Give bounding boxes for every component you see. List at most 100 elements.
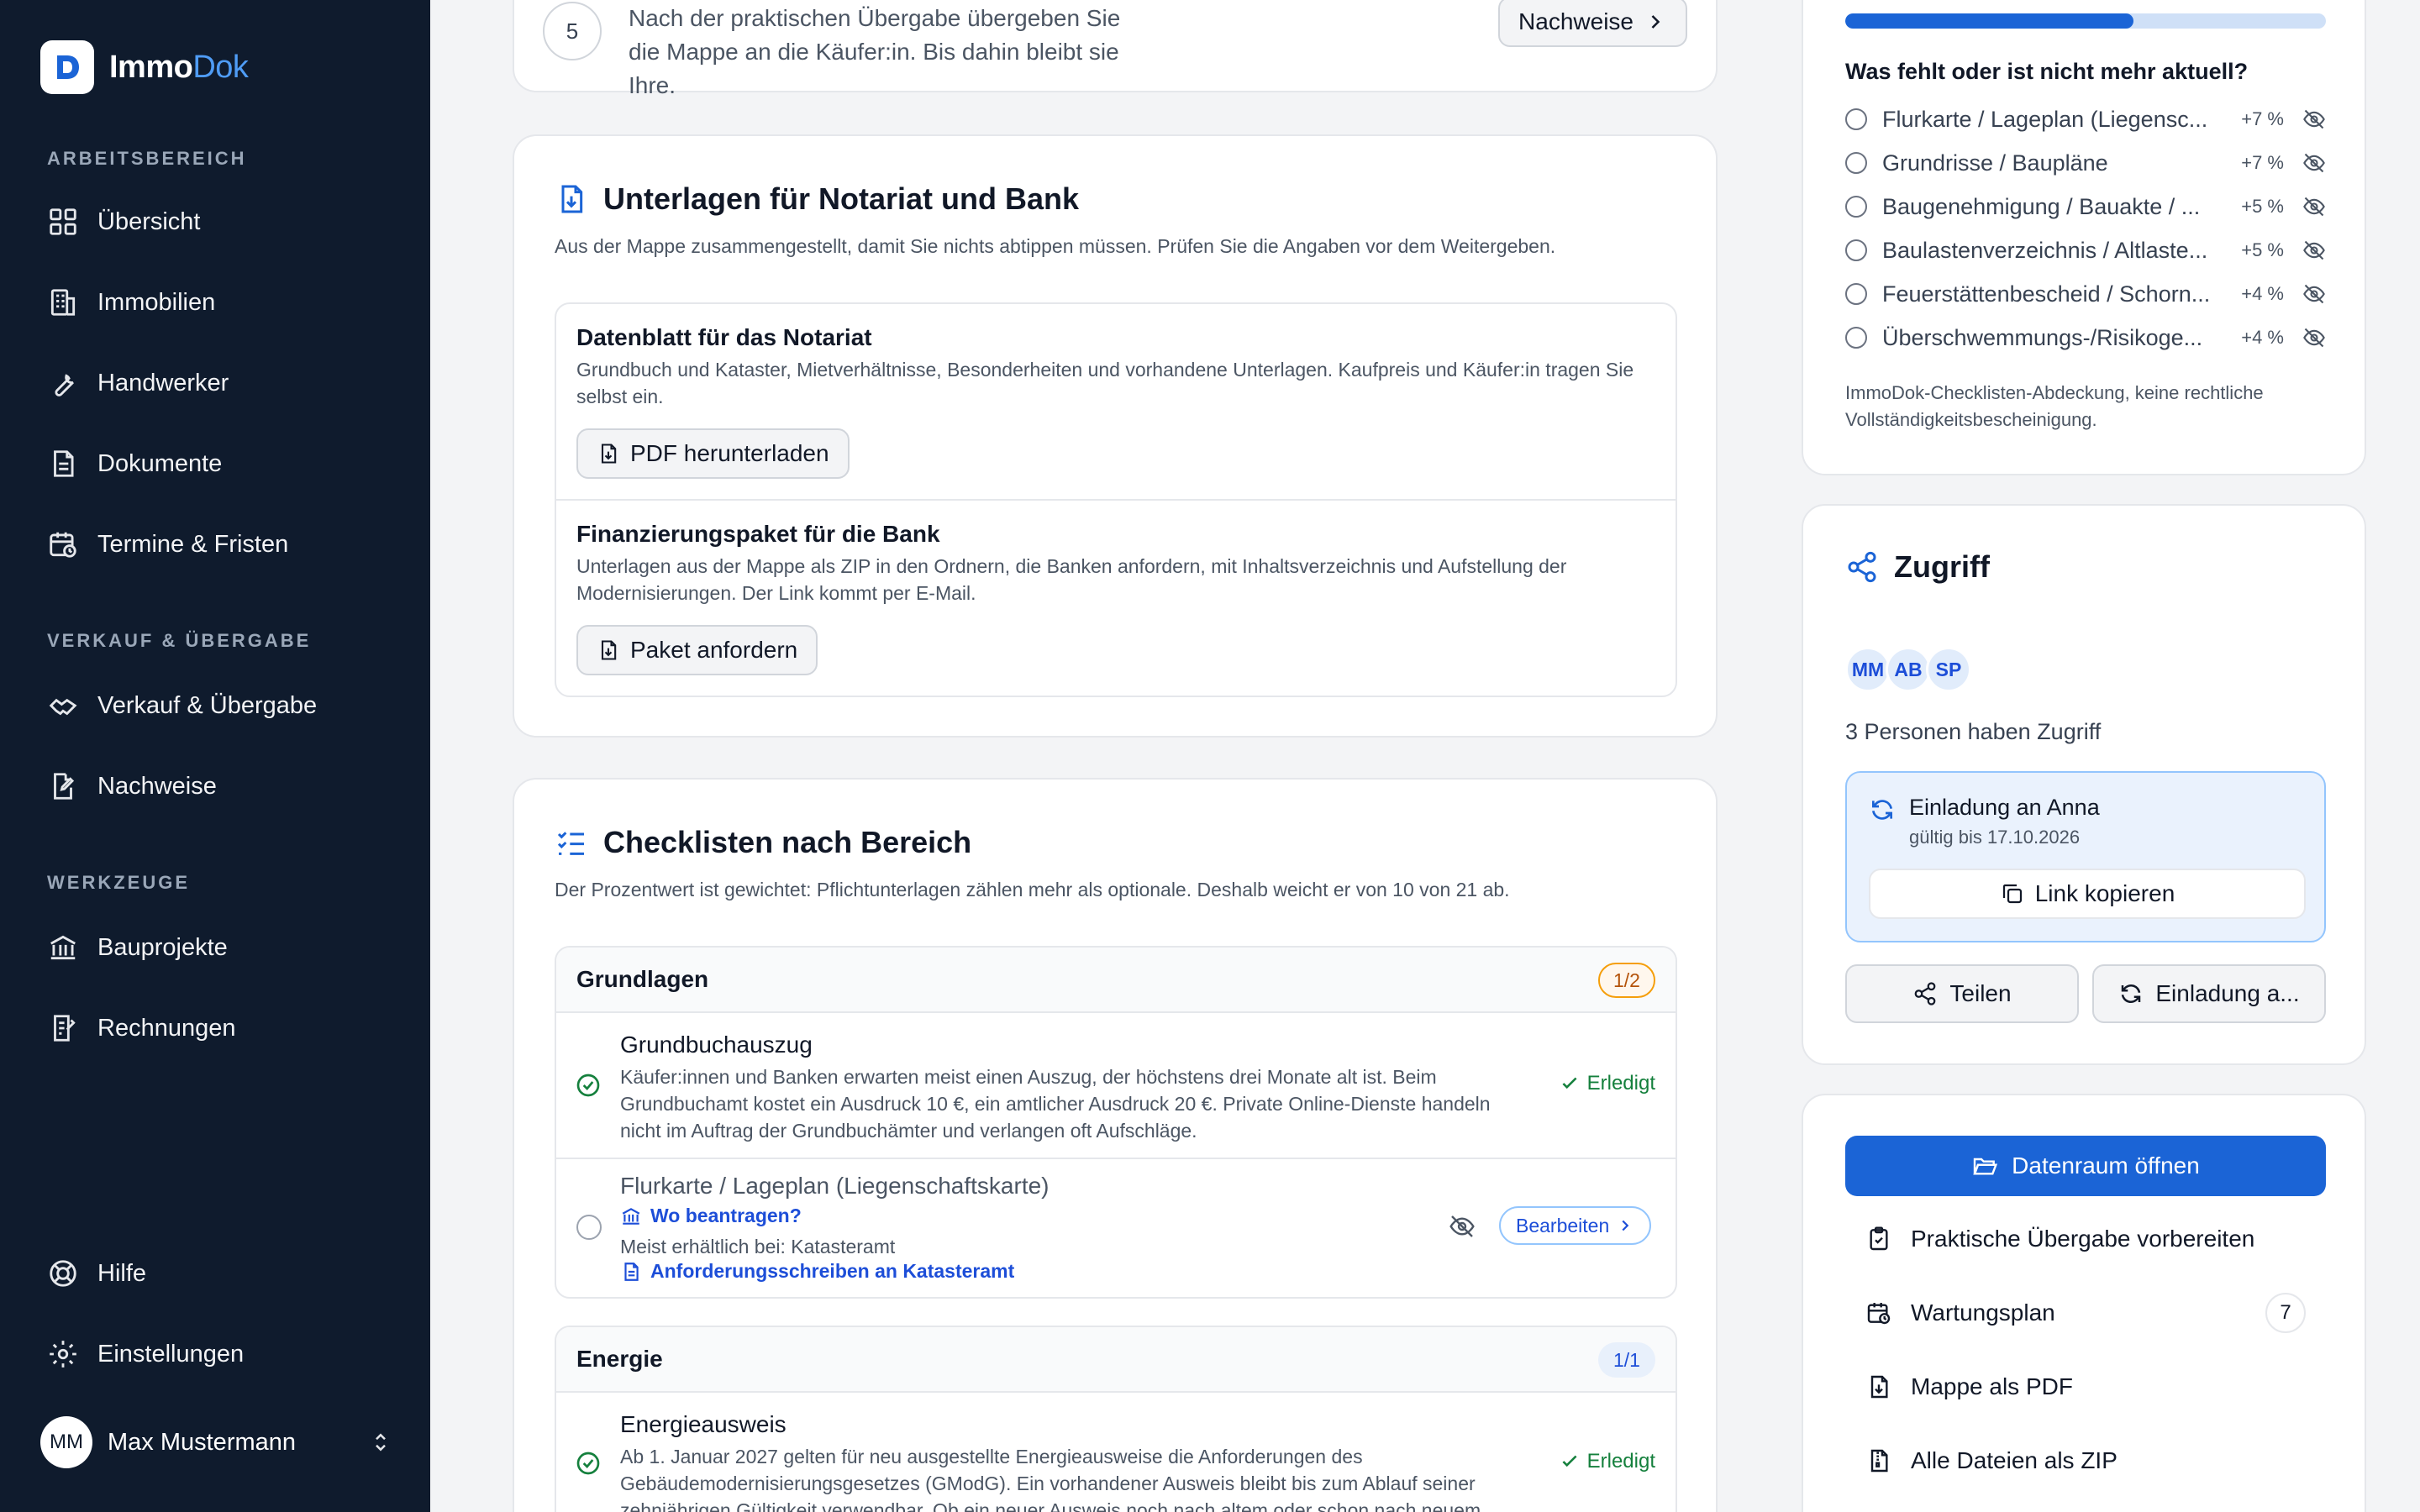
- maintenance-plan-action[interactable]: Wartungsplan 7: [1865, 1292, 2306, 1334]
- gear-icon: [50, 1341, 76, 1368]
- document-edit-icon: [54, 773, 75, 800]
- sidebar-item-documents[interactable]: Dokumente: [47, 445, 222, 482]
- avatar[interactable]: MM: [1845, 647, 1891, 692]
- open-dataroom-button[interactable]: Datenraum öffnen: [1845, 1136, 2326, 1196]
- item-title: Energieausweis: [620, 1411, 786, 1437]
- handshake-icon: [49, 698, 77, 716]
- sidebar-item-appointments[interactable]: Termine & Fristen: [47, 526, 288, 563]
- wrench-icon: [55, 374, 74, 396]
- bank-package-desc: Unterlagen aus der Mappe als ZIP in den …: [576, 555, 1567, 604]
- sidebar-item-properties[interactable]: Immobilien: [47, 284, 215, 321]
- request-package-button[interactable]: Paket anfordern: [576, 625, 818, 675]
- checklist-icon: [557, 832, 584, 855]
- grid-icon: [50, 208, 76, 235]
- sidebar: ImmoDok ARBEITSBEREICH Übersicht Immobil…: [0, 0, 430, 1512]
- group-header[interactable]: Energie 1/1: [556, 1327, 1676, 1393]
- radio-circle[interactable]: [1845, 108, 1867, 130]
- clipboard-check-icon: [1870, 1226, 1888, 1251]
- chevron-right-icon: [1651, 15, 1660, 29]
- sidebar-item-label: Übersicht: [97, 207, 201, 235]
- item-title: Flurkarte / Lageplan (Liegenschaftskarte…: [620, 1173, 1050, 1199]
- chevron-right-icon: [1622, 1220, 1629, 1231]
- invite-title: Einladung an Anna: [1909, 795, 2100, 820]
- file-download-icon: [1870, 1375, 1888, 1399]
- item-desc: Ab 1. Januar 2027 gelten für neu ausgest…: [620, 1446, 1481, 1512]
- radio-circle[interactable]: [1845, 239, 1867, 261]
- brand-name: ImmoDok: [109, 49, 249, 85]
- building-icon: [50, 289, 76, 316]
- group-header[interactable]: Grundlagen 1/2: [556, 948, 1676, 1013]
- radio-circle[interactable]: [1845, 152, 1867, 174]
- radio-circle[interactable]: [1845, 283, 1867, 305]
- copy-link-button[interactable]: Link kopieren: [1869, 869, 2306, 919]
- radio-circle[interactable]: [1845, 196, 1867, 218]
- radio-circle[interactable]: [1845, 327, 1867, 349]
- user-name: Max Mustermann: [108, 1428, 297, 1456]
- checklists-card: Checklisten nach Bereich Der Prozentwert…: [513, 778, 1718, 1512]
- share-icon: [1848, 551, 1876, 583]
- eye-off-icon[interactable]: [2302, 282, 2326, 306]
- notary-bank-card: Unterlagen für Notariat und Bank Aus der…: [513, 134, 1718, 738]
- group-progress-badge: 1/2: [1598, 963, 1655, 998]
- sidebar-item-craftsmen[interactable]: Handwerker: [47, 365, 229, 402]
- share-button[interactable]: Teilen: [1845, 964, 2079, 1023]
- sidebar-item-overview[interactable]: Übersicht: [47, 203, 201, 240]
- sidebar-item-construction[interactable]: Bauprojekte: [47, 929, 228, 966]
- document-icon: [624, 1262, 639, 1281]
- edit-button[interactable]: Bearbeiten: [1499, 1206, 1652, 1245]
- avatar[interactable]: SP: [1926, 647, 1971, 692]
- sidebar-item-invoices[interactable]: Rechnungen: [47, 1010, 235, 1047]
- brand-logo[interactable]: ImmoDok: [40, 40, 249, 94]
- user-menu[interactable]: MM Max Mustermann: [40, 1416, 393, 1468]
- proofs-button[interactable]: Nachweise: [1498, 0, 1687, 47]
- eye-off-icon[interactable]: [2302, 239, 2326, 262]
- where-to-apply-link[interactable]: Wo beantragen?: [620, 1205, 802, 1227]
- completeness-card: Was fehlt oder ist nicht mehr aktuell? F…: [1802, 0, 2366, 475]
- group-progress-badge: 1/1: [1598, 1342, 1655, 1378]
- eye-off-icon[interactable]: [1449, 1213, 1476, 1240]
- where-text: Meist erhältlich bei: Katasteramt: [620, 1236, 896, 1257]
- divider: [556, 1158, 1676, 1159]
- sidebar-item-sale-handover[interactable]: Verkauf & Übergabe: [47, 687, 317, 724]
- pdf-download-button[interactable]: PDF herunterladen: [576, 428, 850, 479]
- missing-item[interactable]: Baugenehmigung / Bauakte / ... +5 %: [1845, 190, 2326, 223]
- missing-item[interactable]: Überschwemmungs-/Risikoge... +4 %: [1845, 321, 2326, 354]
- eye-off-icon[interactable]: [2302, 326, 2326, 349]
- calendar-clock-icon: [1867, 1303, 1891, 1325]
- check-circle-icon: [576, 1452, 600, 1475]
- missing-item[interactable]: Grundrisse / Baupläne +7 %: [1845, 146, 2326, 180]
- chevron-updown-icon: [376, 1433, 386, 1452]
- eye-off-icon[interactable]: [2302, 108, 2326, 131]
- missing-item[interactable]: Feuerstättenbescheid / Schorn... +4 %: [1845, 277, 2326, 311]
- sidebar-item-label: Immobilien: [97, 288, 216, 316]
- eye-off-icon[interactable]: [2302, 195, 2326, 218]
- eye-off-icon[interactable]: [2302, 151, 2326, 175]
- checkbox-circle[interactable]: [576, 1215, 602, 1240]
- nav-section-workspace: ARBEITSBEREICH: [47, 148, 247, 169]
- step-text: Nach der praktischen Übergabe übergeben …: [629, 5, 1121, 98]
- file-download-icon: [561, 185, 583, 213]
- missing-item[interactable]: Flurkarte / Lageplan (Liegensc... +7 %: [1845, 102, 2326, 136]
- sidebar-item-help[interactable]: Hilfe: [47, 1255, 146, 1292]
- request-letter-link[interactable]: Anforderungsschreiben an Katasteramt: [620, 1260, 1014, 1283]
- nav-section-tools: WERKZEUGE: [47, 872, 190, 893]
- sidebar-item-proofs[interactable]: Nachweise: [47, 768, 217, 805]
- actions-card: Datenraum öffnen Praktische Übergabe vor…: [1802, 1094, 2366, 1512]
- step-number: 5: [543, 2, 602, 60]
- sidebar-item-label: Rechnungen: [97, 1014, 236, 1042]
- datasheet-desc: Grundbuch und Kataster, Mietverhältnisse…: [576, 359, 1634, 407]
- lifebuoy-icon: [50, 1260, 76, 1287]
- divider: [556, 499, 1676, 501]
- avatar[interactable]: AB: [1886, 647, 1931, 692]
- all-files-zip-action[interactable]: Alle Dateien als ZIP: [1865, 1440, 2306, 1482]
- invite-button[interactable]: Einladung a...: [2092, 964, 2326, 1023]
- share-icon: [1915, 982, 1936, 1005]
- invite-box: Einladung an Anna gültig bis 17.10.2026 …: [1845, 771, 2326, 942]
- sidebar-item-settings[interactable]: Einstellungen: [47, 1336, 244, 1373]
- folder-pdf-action[interactable]: Mappe als PDF: [1865, 1366, 2306, 1408]
- missing-item[interactable]: Baulastenverzeichnis / Altlaste... +5 %: [1845, 234, 2326, 267]
- sidebar-item-label: Handwerker: [97, 369, 229, 396]
- prepare-handover-action[interactable]: Praktische Übergabe vorbereiten: [1865, 1218, 2306, 1260]
- progress-fill: [1845, 13, 2134, 29]
- bank-icon: [50, 935, 76, 960]
